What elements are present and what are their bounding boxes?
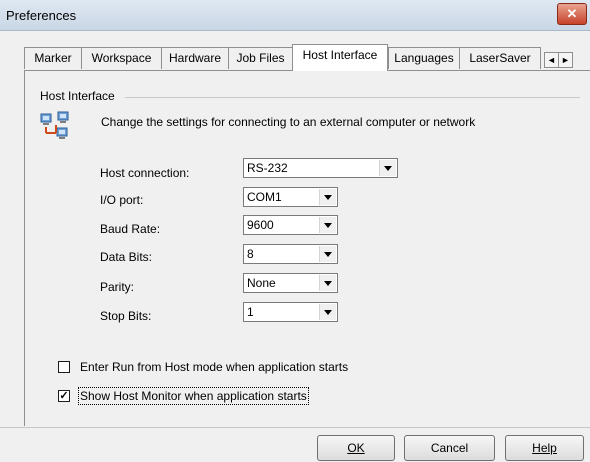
parity-select[interactable]: None [243, 273, 338, 293]
tab-label: Workspace [91, 51, 152, 65]
data-bits-select[interactable]: 8 [243, 244, 338, 264]
chevron-down-icon[interactable] [379, 160, 396, 176]
chevron-down-icon[interactable] [319, 217, 336, 233]
io-port-label: I/O port: [100, 193, 144, 207]
tab-label: Languages [394, 51, 454, 65]
button-bar-divider [0, 427, 590, 428]
baud-rate-label: Baud Rate: [100, 222, 161, 236]
data-bits-label: Data Bits: [100, 250, 153, 264]
group-divider [125, 97, 580, 98]
io-port-select[interactable]: COM1 [243, 187, 338, 207]
run-from-host-checkbox[interactable] [58, 361, 70, 373]
baud-rate-select[interactable]: 9600 [243, 215, 338, 235]
tab-scroll-right-button[interactable]: ► [558, 52, 573, 68]
close-icon: ✕ [566, 6, 578, 21]
close-button[interactable]: ✕ [557, 3, 587, 25]
tab-label: Job Files [236, 51, 285, 65]
chevron-down-icon[interactable] [319, 246, 336, 262]
select-value: 1 [247, 305, 254, 319]
stop-bits-label: Stop Bits: [100, 309, 152, 323]
network-computers-icon [40, 111, 69, 139]
select-value: None [247, 276, 276, 290]
tab-workspace[interactable]: Workspace [81, 47, 162, 69]
group-label: Host Interface [40, 89, 119, 103]
chevron-down-icon[interactable] [319, 275, 336, 291]
help-button[interactable]: Help [505, 435, 584, 461]
select-value: 8 [247, 247, 254, 261]
run-from-host-label[interactable]: Enter Run from Host mode when applicatio… [80, 360, 348, 374]
tab-label: Hardware [168, 51, 222, 65]
select-value: RS-232 [247, 161, 288, 175]
ok-label: OK [347, 441, 365, 455]
help-label: Help [532, 441, 557, 455]
chevron-down-icon[interactable] [319, 304, 336, 320]
stop-bits-select[interactable]: 1 [243, 302, 338, 322]
host-connection-label: Host connection: [100, 166, 190, 180]
show-host-monitor-checkbox[interactable]: ✓ [58, 390, 70, 402]
arrow-left-icon: ◄ [547, 55, 556, 65]
host-connection-select[interactable]: RS-232 [243, 158, 398, 178]
tab-label: Marker [34, 51, 72, 65]
cancel-label: Cancel [430, 441, 469, 455]
show-host-monitor-label[interactable]: Show Host Monitor when application start… [78, 387, 309, 405]
title-bar: Preferences ✕ [0, 0, 590, 31]
tab-job-files[interactable]: Job Files [228, 47, 293, 69]
chevron-down-icon[interactable] [319, 189, 336, 205]
tab-hardware[interactable]: Hardware [161, 47, 229, 69]
select-value: COM1 [247, 190, 282, 204]
window-title: Preferences [6, 8, 77, 23]
ok-button[interactable]: OK [317, 435, 395, 461]
checkmark-icon: ✓ [59, 390, 69, 402]
cancel-button[interactable]: Cancel [404, 435, 495, 461]
select-value: 9600 [247, 218, 274, 232]
parity-label: Parity: [100, 280, 135, 294]
tab-label: Host Interface [302, 48, 378, 62]
tab-marker[interactable]: Marker [24, 47, 82, 69]
tab-label: LaserSaver [469, 51, 531, 65]
arrow-right-icon: ► [561, 55, 570, 65]
group-description: Change the settings for connecting to an… [101, 115, 476, 129]
tab-lasersaver[interactable]: LaserSaver [459, 47, 541, 69]
tab-scroll-left-button[interactable]: ◄ [544, 52, 559, 68]
tab-host-interface[interactable]: Host Interface [292, 44, 388, 71]
tab-languages[interactable]: Languages [388, 47, 460, 69]
